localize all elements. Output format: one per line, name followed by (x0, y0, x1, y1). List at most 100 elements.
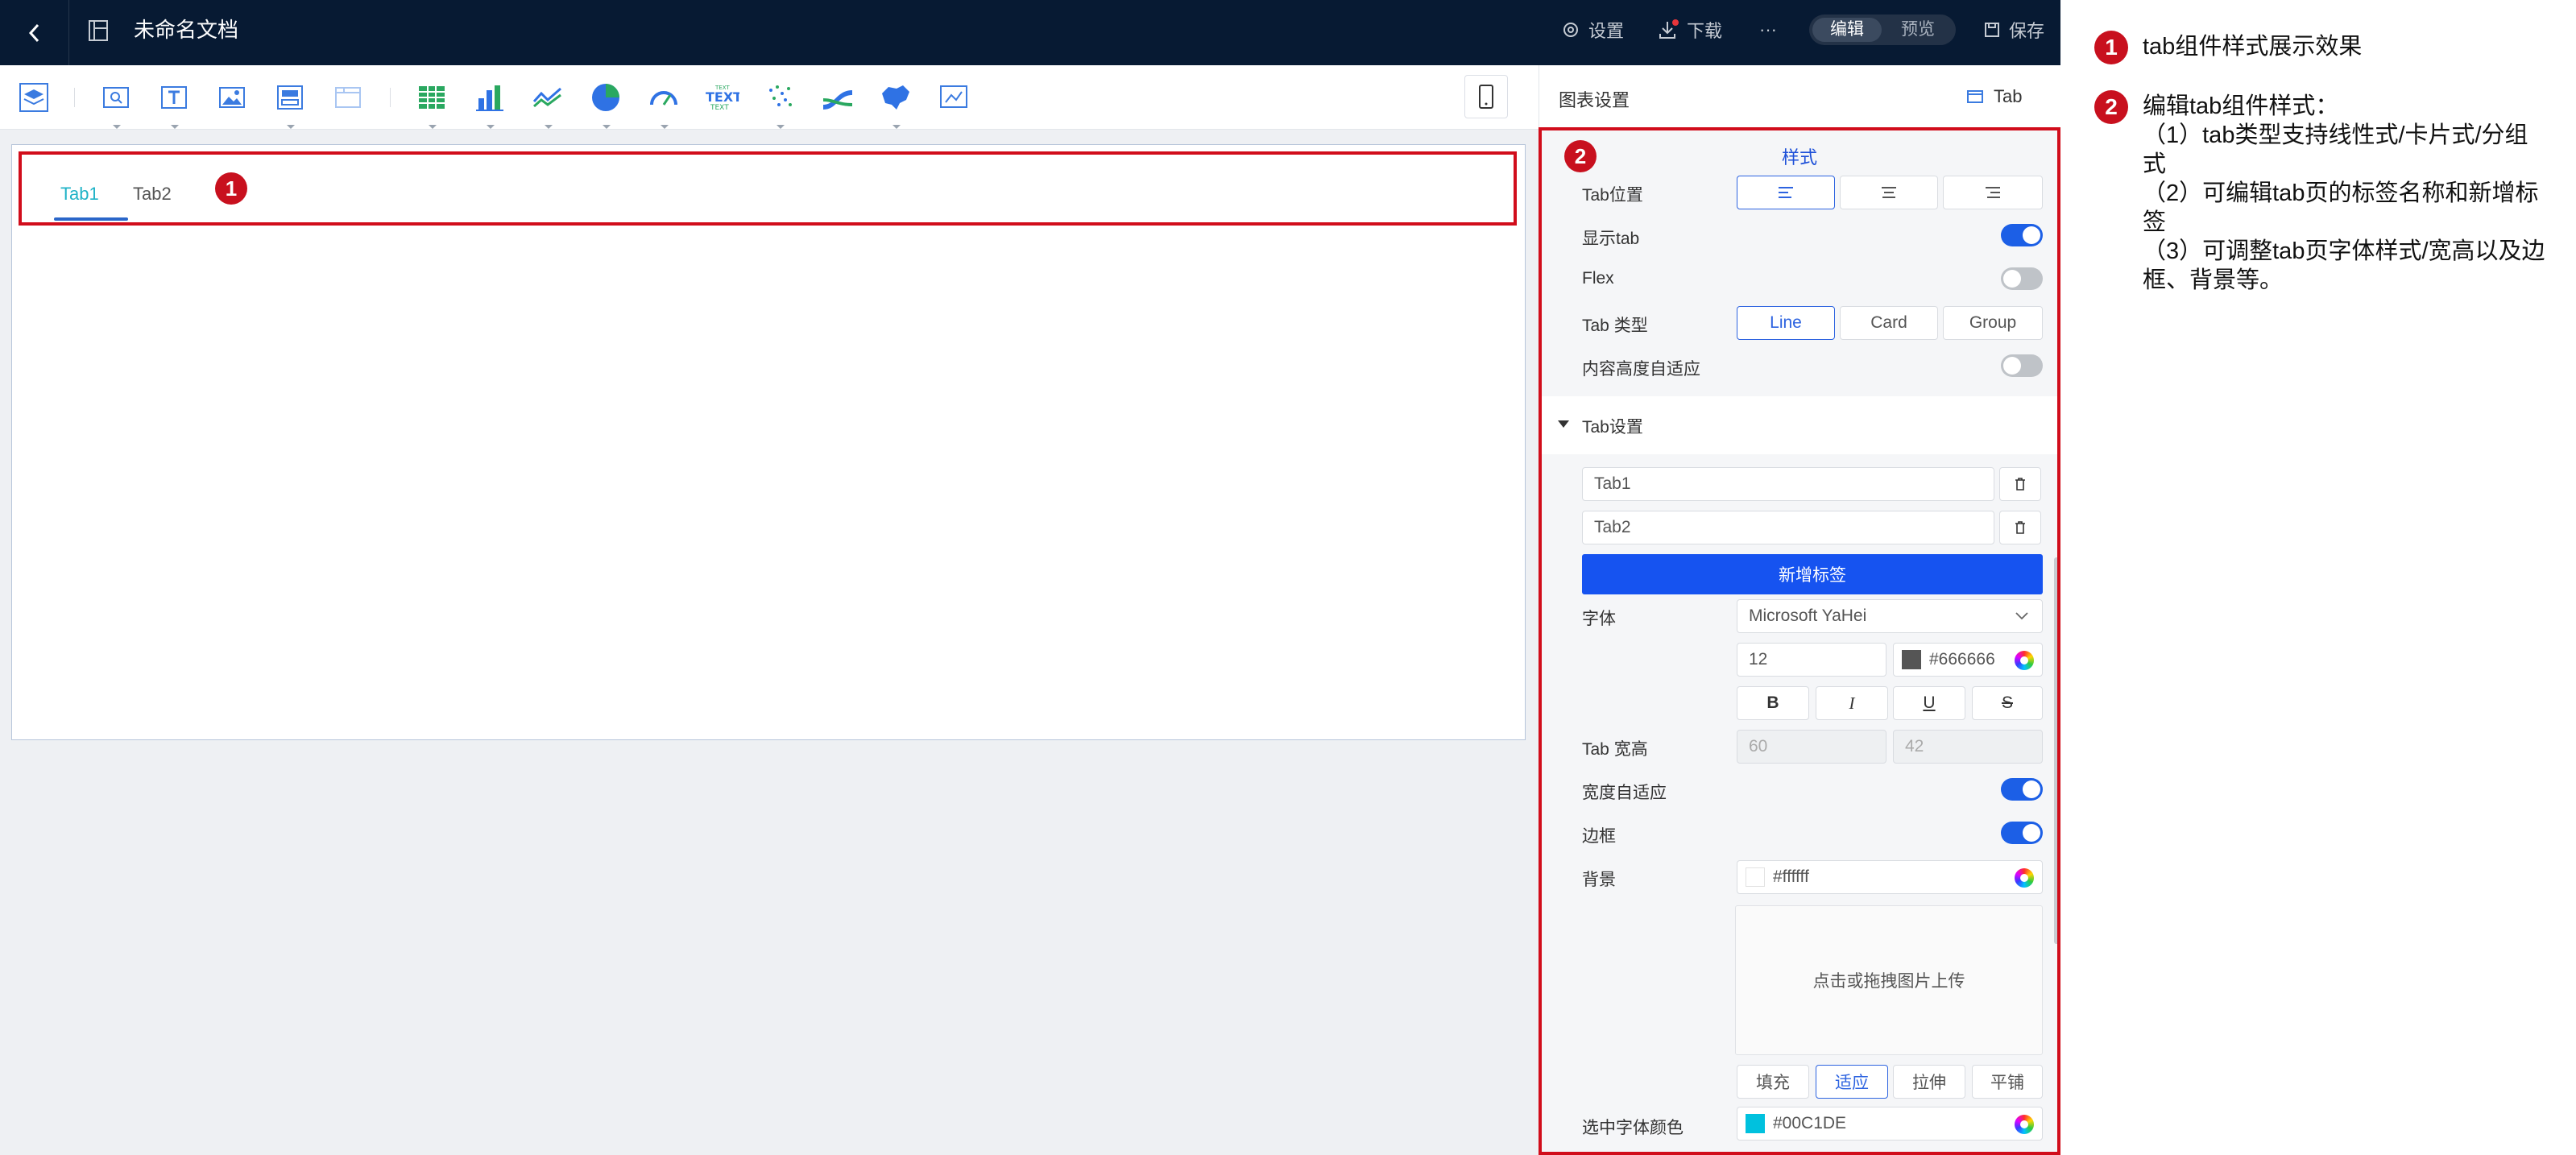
tab-component-panel[interactable]: Tab1 Tab2 1 (11, 144, 1526, 740)
align-left-button[interactable] (1737, 176, 1835, 209)
mode-switch[interactable]: 编辑 预览 (1809, 14, 1956, 45)
font-family-select[interactable]: Microsoft YaHei (1737, 599, 2043, 633)
tab-position-label: Tab位置 (1582, 186, 1643, 205)
italic-button[interactable]: I (1816, 686, 1888, 720)
align-right-button[interactable] (1943, 176, 2043, 209)
note-2-line-3: （3）可调整tab页字体样式/宽高以及边框、背景等。 (2143, 238, 2545, 293)
align-center-button[interactable] (1840, 176, 1938, 209)
content-height-toggle[interactable] (2001, 354, 2043, 377)
layers-icon (19, 83, 48, 112)
background-color-swatch (1746, 867, 1765, 887)
show-tab-toggle[interactable] (2001, 224, 2043, 246)
caret-down-icon (661, 125, 669, 129)
tab-type-line[interactable]: Line (1737, 306, 1835, 340)
selected-font-color-swatch (1746, 1114, 1765, 1133)
selected-font-color-input[interactable]: #00C1DE (1737, 1107, 2043, 1141)
font-color-input[interactable]: #666666 (1893, 643, 2043, 677)
frame-tool[interactable] (936, 80, 971, 115)
flex-toggle[interactable] (2001, 267, 2043, 290)
mobile-preview-button[interactable] (1464, 75, 1508, 118)
tab-tool[interactable] (330, 80, 366, 115)
table-icon (419, 86, 445, 109)
caret-down-icon (287, 125, 295, 129)
back-button[interactable] (0, 0, 69, 65)
selected-font-color-label: 选中字体颜色 (1582, 1119, 1684, 1137)
tab-name-input-1[interactable]: Tab1 (1582, 467, 1994, 501)
chevron-down-icon (2015, 612, 2028, 620)
caret-down-icon (429, 125, 437, 129)
pie-chart-tool[interactable] (588, 80, 623, 129)
tab-width-input[interactable]: 60 (1737, 730, 1886, 764)
image-tool[interactable] (214, 80, 250, 115)
save-button[interactable]: 保存 (1983, 16, 2044, 43)
document-title[interactable]: 未命名文档 (134, 16, 238, 43)
canvas-tab-1[interactable]: Tab1 (60, 184, 99, 205)
map-tool[interactable] (878, 80, 913, 129)
delete-tab-1-button[interactable] (1999, 467, 2041, 501)
strikethrough-button[interactable]: S (1972, 686, 2043, 720)
settings-scrollbar[interactable] (2054, 557, 2057, 944)
flex-label: Flex (1582, 269, 1614, 288)
tab-type-card[interactable]: Card (1840, 306, 1938, 340)
tab-component-icon (1967, 90, 1983, 103)
font-color-swatch (1902, 650, 1921, 669)
sidebar-header: 图表设置 Tab (1539, 65, 2061, 130)
sankey-icon (823, 90, 852, 110)
table-tool[interactable] (414, 80, 449, 129)
settings-button[interactable]: 设置 (1561, 16, 1624, 43)
note-badge-1: 1 (2094, 31, 2128, 64)
sidebar-title: 图表设置 (1559, 90, 1630, 110)
more-button[interactable]: ··· (1759, 16, 1777, 43)
show-tab-label: 显示tab (1582, 230, 1640, 248)
layers-tool[interactable] (16, 80, 52, 115)
tab-settings-section: Tab1 Tab2 新增标签 字体 Microsoft YaHei 12 #66… (1542, 454, 2057, 1152)
tab-height-input[interactable]: 42 (1893, 730, 2043, 764)
caret-down-icon (892, 125, 901, 129)
align-right-icon (1986, 187, 2000, 198)
phone-icon (1479, 85, 1493, 109)
trash-icon (2015, 521, 2025, 534)
gauge-tool[interactable] (646, 80, 681, 129)
tab-name-input-2[interactable]: Tab2 (1582, 511, 1994, 544)
sankey-tool[interactable] (820, 80, 855, 115)
query-tool[interactable] (98, 80, 134, 129)
color-wheel-icon[interactable] (2015, 1115, 2034, 1134)
mode-preview[interactable]: 预览 (1883, 18, 1953, 42)
add-tab-button[interactable]: 新增标签 (1582, 554, 2043, 594)
auto-width-toggle[interactable] (2001, 778, 2043, 801)
mode-edit[interactable]: 编辑 (1812, 18, 1882, 42)
line-chart-icon (532, 87, 561, 108)
download-button[interactable]: 下载 (1658, 16, 1722, 43)
style-section-title[interactable]: 样式 (1542, 143, 2057, 169)
container-tool[interactable] (272, 80, 308, 129)
note-badge-2: 2 (2094, 90, 2128, 124)
color-wheel-icon[interactable] (2015, 868, 2034, 888)
canvas-tab-2[interactable]: Tab2 (133, 184, 172, 205)
scatter-tool[interactable] (762, 80, 797, 129)
note-2-line-1: （1）tab类型支持线性式/卡片式/分组式 (2143, 122, 2528, 177)
background-color-input[interactable]: #ffffff (1737, 860, 2043, 894)
wordcloud-tool[interactable]: TEXT TEXT TEXT (704, 80, 739, 115)
svg-text:TEXT: TEXT (706, 89, 739, 105)
fit-mode-stretch[interactable]: 拉伸 (1893, 1065, 1965, 1099)
style-section: 2 样式 Tab位置 显示tab Flex Tab 类型 Line Card G… (1542, 130, 2057, 396)
text-tool[interactable] (156, 80, 192, 129)
fit-mode-tile[interactable]: 平铺 (1972, 1065, 2043, 1099)
fit-mode-contain[interactable]: 适应 (1816, 1065, 1888, 1099)
line-chart-tool[interactable] (530, 80, 565, 129)
underline-button[interactable]: U (1893, 686, 1965, 720)
image-upload-area[interactable]: 点击或拖拽图片上传 (1735, 905, 2043, 1055)
tab-type-group[interactable]: Group (1943, 306, 2043, 340)
bold-button[interactable]: B (1737, 686, 1809, 720)
annotation-notes: 1 tab组件样式展示效果 2 编辑tab组件样式： （1）tab类型支持线性式… (2060, 0, 2576, 1155)
annotation-badge-1: 1 (215, 172, 247, 205)
fit-mode-fill[interactable]: 填充 (1737, 1065, 1809, 1099)
style-settings-panel: 2 样式 Tab位置 显示tab Flex Tab 类型 Line Card G… (1539, 127, 2060, 1155)
color-wheel-icon[interactable] (2015, 651, 2034, 670)
tab-settings-header[interactable]: Tab设置 (1542, 396, 2057, 454)
download-label: 下载 (1687, 21, 1723, 41)
delete-tab-2-button[interactable] (1999, 511, 2041, 544)
font-size-input[interactable]: 12 (1737, 643, 1886, 677)
bar-chart-tool[interactable] (472, 80, 507, 129)
border-toggle[interactable] (2001, 822, 2043, 844)
